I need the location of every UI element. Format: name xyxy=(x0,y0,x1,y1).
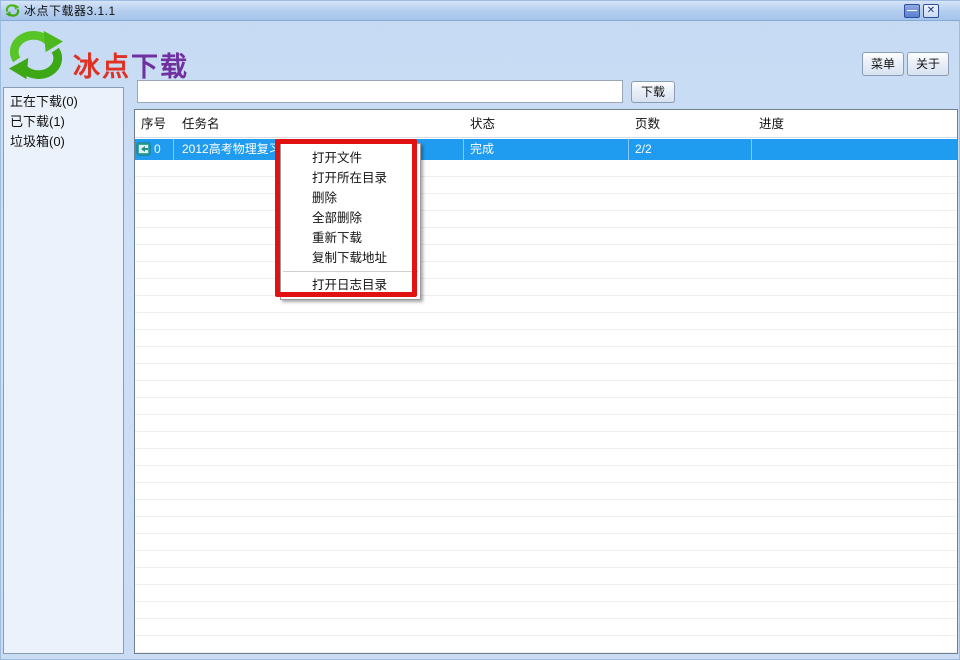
menu-item-redownload[interactable]: 重新下载 xyxy=(281,228,420,248)
row-divider xyxy=(173,139,174,160)
title-bar: 冰点下载器3.1.1 — ✕ xyxy=(1,1,960,21)
column-header-task[interactable]: 任务名 xyxy=(182,110,220,138)
cell-status: 完成 xyxy=(470,142,495,156)
sidebar-item-trash[interactable]: 垃圾箱(0) xyxy=(4,132,123,152)
cell-index: 0 xyxy=(154,142,161,156)
minimize-button[interactable]: — xyxy=(904,4,920,18)
column-header-index[interactable]: 序号 xyxy=(141,110,166,138)
sidebar-item-downloaded[interactable]: 已下载(1) xyxy=(4,112,123,132)
table-gridlines xyxy=(135,160,957,653)
column-header-status[interactable]: 状态 xyxy=(470,110,495,138)
app-logo-icon xyxy=(9,30,63,80)
menu-item-copy-url[interactable]: 复制下载地址 xyxy=(281,248,420,268)
row-divider xyxy=(751,139,752,160)
context-menu: 打开文件 打开所在目录 删除 全部删除 重新下载 复制下载地址 打开日志目录 xyxy=(280,143,421,300)
brand-title-part2: 下载 xyxy=(131,52,189,82)
window-title: 冰点下载器3.1.1 xyxy=(24,4,116,18)
close-button[interactable]: ✕ xyxy=(923,4,939,18)
url-input[interactable] xyxy=(137,80,623,103)
app-icon xyxy=(5,4,20,17)
menu-item-open-file[interactable]: 打开文件 xyxy=(281,148,420,168)
row-divider xyxy=(628,139,629,160)
row-divider xyxy=(463,139,464,160)
menu-button[interactable]: 菜单 xyxy=(861,52,904,76)
app-window: 冰点下载器3.1.1 — ✕ 冰点下载 菜单 关于 下载 正在下载(0) 已下载… xyxy=(0,0,960,660)
sidebar: 正在下载(0) 已下载(1) 垃圾箱(0) xyxy=(3,87,124,654)
column-header-pages[interactable]: 页数 xyxy=(635,110,660,138)
menu-separator xyxy=(283,271,418,272)
menu-item-delete[interactable]: 删除 xyxy=(281,188,420,208)
menu-item-open-folder[interactable]: 打开所在目录 xyxy=(281,168,420,188)
sidebar-item-downloading[interactable]: 正在下载(0) xyxy=(4,88,123,112)
task-table: 序号 任务名 状态 页数 进度 0 2012高考物理复习专题 完成 2/2 xyxy=(134,109,958,654)
menu-item-delete-all[interactable]: 全部删除 xyxy=(281,208,420,228)
menu-item-open-log-folder[interactable]: 打开日志目录 xyxy=(281,275,420,295)
task-file-icon xyxy=(136,142,151,156)
download-button[interactable]: 下载 xyxy=(631,81,675,103)
table-row[interactable]: 0 2012高考物理复习专题 完成 2/2 xyxy=(135,139,957,160)
table-header: 序号 任务名 状态 页数 进度 xyxy=(135,110,957,138)
column-header-progress[interactable]: 进度 xyxy=(759,110,784,138)
brand-title-part1: 冰点 xyxy=(73,52,131,82)
cell-pages: 2/2 xyxy=(635,142,652,156)
about-button[interactable]: 关于 xyxy=(906,52,949,76)
brand-title: 冰点下载 xyxy=(73,45,189,84)
